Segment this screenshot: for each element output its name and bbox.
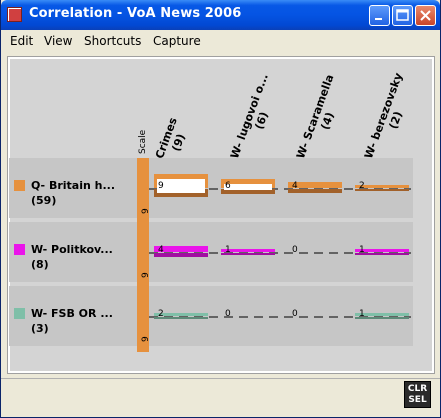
row-label[interactable]: W- FSB OR ... <box>31 307 113 320</box>
cell-value: 2 <box>359 181 365 191</box>
cell-value: 1 <box>359 245 365 255</box>
cell-value: 0 <box>292 245 298 255</box>
title-bar[interactable]: Correlation - VoA News 2006 <box>1 0 440 30</box>
cell-value: 0 <box>225 309 231 319</box>
cell-value: 4 <box>158 245 164 255</box>
row-scale-max: 9 <box>141 272 151 278</box>
row-scale-bar <box>137 286 149 352</box>
row-scale-max: 9 <box>141 336 151 342</box>
cell-value: 4 <box>292 181 298 191</box>
cell-value: 1 <box>359 309 365 319</box>
status-bar <box>1 378 440 417</box>
row-count: (59) <box>31 194 57 207</box>
row-color-swatch <box>14 244 25 255</box>
cell-bar-inner <box>157 179 205 193</box>
scale-label: Scale <box>138 129 148 154</box>
row-scale-max: 9 <box>141 208 151 214</box>
minimize-icon <box>375 18 382 20</box>
maximize-button[interactable] <box>392 5 413 26</box>
close-button[interactable] <box>415 5 436 26</box>
row-label[interactable]: W- Politkov... <box>31 243 113 256</box>
cell-value: 0 <box>292 309 298 319</box>
window-title: Correlation - VoA News 2006 <box>29 6 242 21</box>
row-label[interactable]: Q- Britain h... <box>31 179 115 192</box>
close-icon <box>420 10 431 21</box>
cell-value: 1 <box>225 245 231 255</box>
menu-edit[interactable]: Edit <box>10 34 33 48</box>
app-grid-icon <box>7 7 22 22</box>
cell-value: 9 <box>158 181 164 191</box>
cell-bar-inner <box>224 184 272 190</box>
cell-value: 2 <box>158 309 164 319</box>
minimize-button[interactable] <box>369 5 390 26</box>
clear-selection-button[interactable]: CLR SEL <box>404 381 431 408</box>
row-count: (8) <box>31 258 49 271</box>
row-color-swatch <box>14 180 25 191</box>
row-color-swatch <box>14 308 25 319</box>
menu-shortcuts[interactable]: Shortcuts <box>84 34 141 48</box>
menu-capture[interactable]: Capture <box>153 34 201 48</box>
cell-value: 6 <box>225 181 231 191</box>
menu-bar: Edit View Shortcuts Capture <box>1 30 440 52</box>
correlation-window: Correlation - VoA News 2006 Edit View Sh… <box>0 0 441 418</box>
menu-view[interactable]: View <box>44 34 72 48</box>
row-count: (3) <box>31 322 49 335</box>
maximize-icon <box>396 9 409 21</box>
